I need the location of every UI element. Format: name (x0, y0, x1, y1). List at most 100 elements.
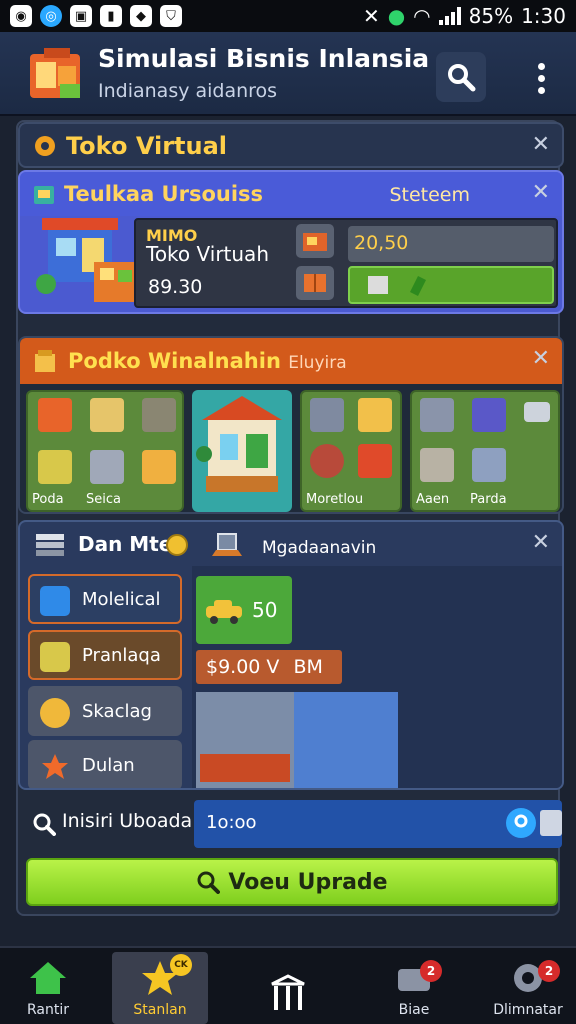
location-icon[interactable] (506, 808, 536, 838)
nav-badge: CK (170, 954, 192, 976)
blocks-icon (40, 642, 70, 672)
search-icon (448, 64, 476, 92)
wifi-icon: ◠ (413, 4, 431, 28)
key-icon (40, 698, 70, 728)
product-machine-icon[interactable] (142, 398, 176, 432)
notification-icon: ◉ (10, 5, 32, 27)
search-row: Inisiri Uboada 1o:oo (18, 800, 562, 848)
crate-stack-icon (35, 350, 55, 372)
coin-icon (166, 534, 188, 556)
product-grill-icon[interactable] (310, 444, 344, 478)
crate-icon[interactable] (296, 224, 334, 258)
bottom-navigation: Rantir CK Stanlan 2 Biae 2 Dlimnatar (0, 946, 576, 1024)
product-grid-right[interactable]: Aaen Parda (410, 390, 560, 512)
car-icon (206, 600, 242, 624)
status-bar: ◉ ◎ ▣ ▮ ◆ ⛉ ✕ ● ◠ 85% 1:30 (0, 0, 576, 32)
nav-badge: 2 (538, 960, 560, 982)
chart-bar-segment (200, 754, 290, 782)
business-status: Steteem (389, 184, 470, 206)
price-value: $9.00 V (206, 656, 280, 678)
business-card[interactable]: Teulkaa Ursouiss Steteem ✕ MIMO Toko Vir… (18, 170, 564, 314)
columns-icon (268, 974, 308, 1014)
products-card[interactable]: Podko Winalnahin Eluyira ✕ Poda Seica Mo… (18, 336, 564, 514)
laptop-icon (212, 533, 242, 556)
gear-icon (35, 136, 55, 156)
product-tv-icon[interactable] (472, 398, 506, 432)
product-label: Poda (32, 492, 64, 507)
close-icon[interactable]: ✕ (532, 348, 550, 370)
product-washer-icon[interactable] (420, 448, 454, 482)
product-label: Aaen (416, 492, 450, 507)
nav-buildings[interactable] (240, 952, 336, 1024)
nav-inbox[interactable]: 2 Biae (366, 952, 462, 1024)
upgrade-button[interactable]: Voeu Uprade (26, 858, 558, 906)
star-icon (40, 752, 70, 782)
product-package-icon[interactable] (142, 450, 176, 484)
shop-building-icon (36, 214, 144, 306)
cube-icon (40, 586, 70, 616)
data-saver-icon: ● (387, 4, 406, 28)
market-chart-area: 50 $9.00 V BM (192, 566, 562, 788)
package-icon[interactable] (296, 266, 334, 300)
product-grid-mid[interactable]: Moretlou (300, 390, 402, 512)
product-label: Moretlou (306, 492, 364, 507)
search-icon (197, 871, 221, 894)
category-button[interactable]: Skaclag (28, 686, 182, 736)
category-button[interactable]: Dulan (28, 740, 182, 788)
product-appliance-icon[interactable] (90, 450, 124, 484)
search-icon (33, 813, 56, 836)
store-card-title: Toko Virtual (66, 132, 228, 160)
search-button[interactable] (436, 52, 486, 102)
product-label: Seica (86, 492, 121, 507)
app-logo-icon (26, 44, 86, 104)
upgrade-label: Voeu Uprade (228, 869, 388, 895)
nav-home[interactable]: Rantir (0, 952, 96, 1024)
clock: 1:30 (521, 4, 566, 28)
market-card-title: Dan Mte (78, 532, 173, 556)
tag-icon (410, 276, 426, 296)
vehicle-tile[interactable]: 50 (196, 576, 292, 644)
product-crate-icon[interactable] (358, 398, 392, 432)
business-price: 89.30 (148, 276, 203, 298)
app-subtitle: Indianasy aidanros (98, 80, 278, 102)
store-card[interactable]: Toko Virtual ✕ (18, 122, 564, 168)
notes-icon[interactable] (540, 810, 562, 836)
product-cabinet-icon[interactable] (420, 398, 454, 432)
business-value: 20,50 (348, 226, 554, 262)
category-button[interactable]: Molelical (28, 574, 182, 624)
nav-favorites[interactable]: CK Stanlan (112, 952, 208, 1024)
shield-icon: ⛉ (160, 5, 182, 27)
signal-icon (438, 7, 461, 25)
category-button[interactable]: Pranlaqa (28, 630, 182, 680)
business-detail-panel: MIMO Toko Virtuah 89.30 20,50 (134, 218, 558, 308)
business-name: Toko Virtuah (146, 242, 269, 266)
product-cart-icon[interactable] (524, 402, 550, 422)
price-bar: $9.00 V BM (196, 650, 342, 684)
product-cabinet-icon[interactable] (310, 398, 344, 432)
close-icon[interactable]: ✕ (532, 134, 550, 156)
products-card-title: Podko Winalnahin Eluyira (68, 349, 347, 373)
product-bag-icon[interactable] (38, 450, 72, 484)
box-icon (34, 186, 54, 204)
products-card-title-extra: Eluyira (288, 353, 347, 373)
nav-settings[interactable]: 2 Dlimnatar (480, 952, 576, 1024)
product-box-icon[interactable] (90, 398, 124, 432)
product-screen-icon[interactable] (472, 448, 506, 482)
shop-stall-icon[interactable] (192, 390, 292, 512)
close-icon[interactable]: ✕ (532, 532, 550, 554)
battery-percent: 85% (468, 4, 514, 28)
app-title: Simulasi Bisnis Inlansia (98, 44, 430, 73)
product-box-icon[interactable] (358, 444, 392, 478)
browser-icon: ◎ (40, 5, 62, 27)
product-crate-icon[interactable] (38, 398, 72, 432)
business-card-title: Teulkaa Ursouiss (64, 182, 264, 206)
market-card[interactable]: Dan Mte Mgadaanavin ✕ Molelical Pranlaqa… (18, 520, 564, 790)
business-progress-bar[interactable] (348, 266, 554, 304)
overflow-menu-button[interactable] (524, 56, 558, 100)
close-icon[interactable]: ✕ (532, 182, 550, 204)
nav-badge: 2 (420, 960, 442, 982)
stack-icon (36, 534, 64, 556)
market-card-subtitle: Mgadaanavin (262, 538, 377, 558)
home-icon (28, 958, 68, 998)
product-grid-left[interactable]: Poda Seica (26, 390, 184, 512)
